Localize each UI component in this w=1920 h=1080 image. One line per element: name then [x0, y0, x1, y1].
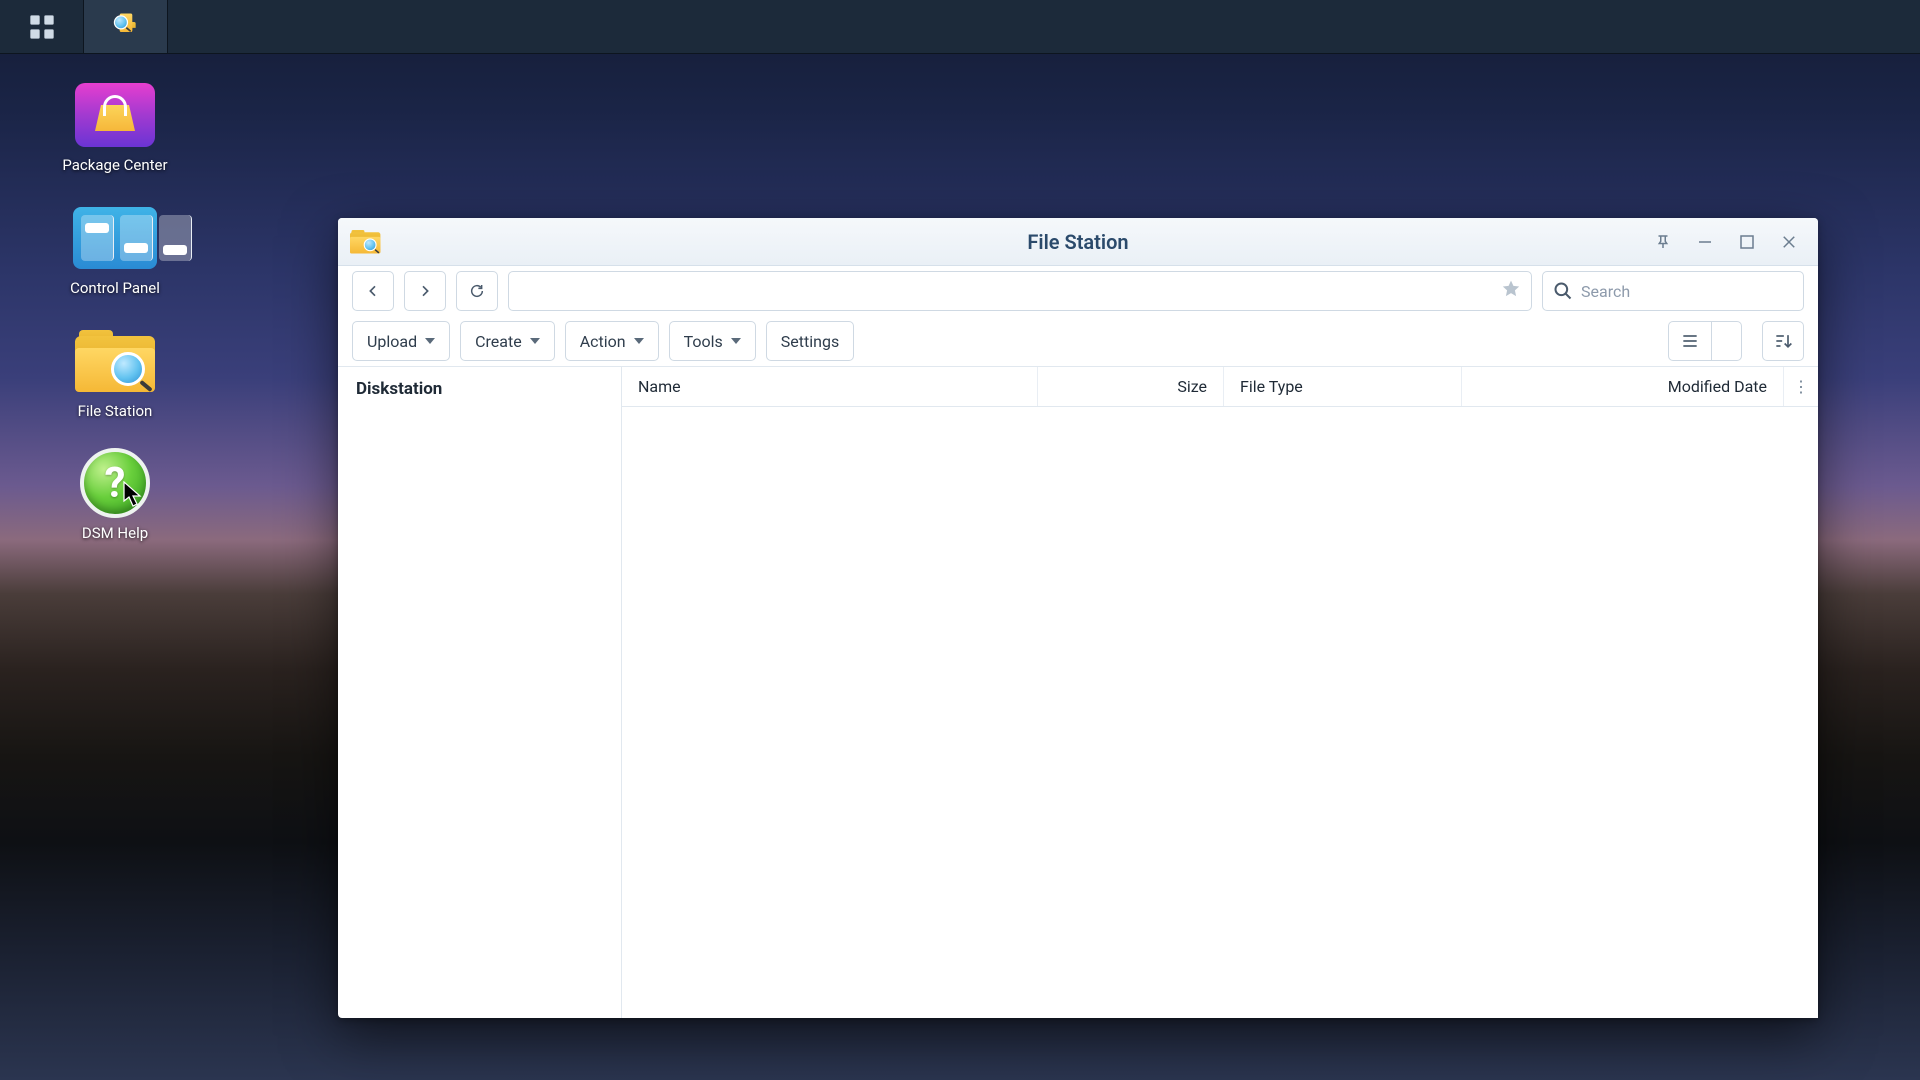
create-button[interactable]: Create [460, 321, 555, 361]
caret-down-icon [425, 338, 435, 344]
action-button[interactable]: Action [565, 321, 659, 361]
maximize-icon [1738, 233, 1756, 251]
window-title: File Station [338, 230, 1818, 254]
back-button[interactable] [352, 271, 394, 311]
column-name[interactable]: Name [622, 367, 1038, 406]
button-label: Create [475, 332, 522, 351]
desktop-icon-dsm-help[interactable]: ? DSM Help [40, 448, 190, 543]
desktop-icon-control-panel[interactable]: Control Panel [40, 203, 190, 298]
list-pane: Name Size File Type Modified Date ⋮ [622, 367, 1818, 1018]
desktop-icon-label: Control Panel [70, 279, 160, 298]
column-size[interactable]: Size [1038, 367, 1224, 406]
favorite-button[interactable] [1501, 279, 1521, 303]
caret-down-icon [530, 338, 540, 344]
column-modified[interactable]: Modified Date [1462, 367, 1784, 406]
content-area: Diskstation Name Size File Type Modified… [338, 366, 1818, 1018]
apps-grid-icon [28, 13, 56, 41]
minimize-icon [1696, 233, 1714, 251]
close-button[interactable] [1778, 231, 1800, 253]
button-label: Action [580, 332, 626, 351]
navigation-bar [338, 266, 1818, 316]
shopping-bag-icon [75, 83, 155, 147]
taskbar-file-station[interactable] [84, 0, 168, 53]
toolbar: Upload Create Action Tools Settings [338, 316, 1818, 366]
caret-down-icon [634, 338, 644, 344]
refresh-button[interactable] [456, 271, 498, 311]
minimize-button[interactable] [1694, 231, 1716, 253]
desktop-icon-file-station[interactable]: File Station [40, 326, 190, 421]
button-label: Tools [684, 332, 723, 351]
file-list[interactable] [622, 407, 1818, 1018]
view-list-button[interactable] [1668, 321, 1712, 361]
sort-icon [1773, 331, 1793, 351]
desktop-icons: Package Center Control Panel File Statio… [40, 80, 190, 543]
pin-button[interactable] [1652, 231, 1674, 253]
tree-pane[interactable]: Diskstation [338, 367, 622, 1018]
desktop-icon-label: DSM Help [82, 524, 148, 543]
search-box[interactable] [1542, 271, 1804, 311]
button-label: Upload [367, 332, 417, 351]
folder-magnifier-icon [119, 21, 132, 31]
close-icon [1780, 233, 1798, 251]
desktop-icon-package-center[interactable]: Package Center [40, 80, 190, 175]
pin-icon [1654, 233, 1672, 251]
list-icon [1680, 331, 1700, 351]
folder-magnifier-icon [350, 230, 378, 254]
button-label: Settings [781, 332, 839, 351]
view-mode-dropdown[interactable] [1712, 321, 1742, 361]
taskbar [0, 0, 1920, 54]
star-icon [1501, 279, 1521, 299]
file-station-window: File Station [338, 218, 1818, 1018]
path-field[interactable] [508, 271, 1532, 311]
column-headers: Name Size File Type Modified Date ⋮ [622, 367, 1818, 407]
view-mode-group [1668, 321, 1742, 361]
column-type[interactable]: File Type [1224, 367, 1462, 406]
chevron-right-icon [417, 283, 433, 299]
desktop-icon-label: File Station [78, 402, 153, 421]
window-controls [1652, 231, 1810, 253]
maximize-button[interactable] [1736, 231, 1758, 253]
column-menu-button[interactable]: ⋮ [1784, 367, 1818, 406]
tools-button[interactable]: Tools [669, 321, 756, 361]
caret-down-icon [731, 338, 741, 344]
folder-magnifier-icon [75, 330, 155, 392]
sliders-icon [73, 207, 157, 269]
search-icon [1553, 281, 1573, 301]
refresh-icon [469, 283, 485, 299]
upload-button[interactable]: Upload [352, 321, 450, 361]
titlebar[interactable]: File Station [338, 218, 1818, 266]
forward-button[interactable] [404, 271, 446, 311]
settings-button[interactable]: Settings [766, 321, 854, 361]
apps-menu-button[interactable] [0, 0, 84, 53]
chevron-left-icon [365, 283, 381, 299]
search-input[interactable] [1581, 282, 1793, 301]
question-mark-icon: ? [80, 448, 150, 518]
tree-root[interactable]: Diskstation [356, 379, 603, 399]
sort-button[interactable] [1762, 321, 1804, 361]
desktop-icon-label: Package Center [62, 156, 167, 175]
